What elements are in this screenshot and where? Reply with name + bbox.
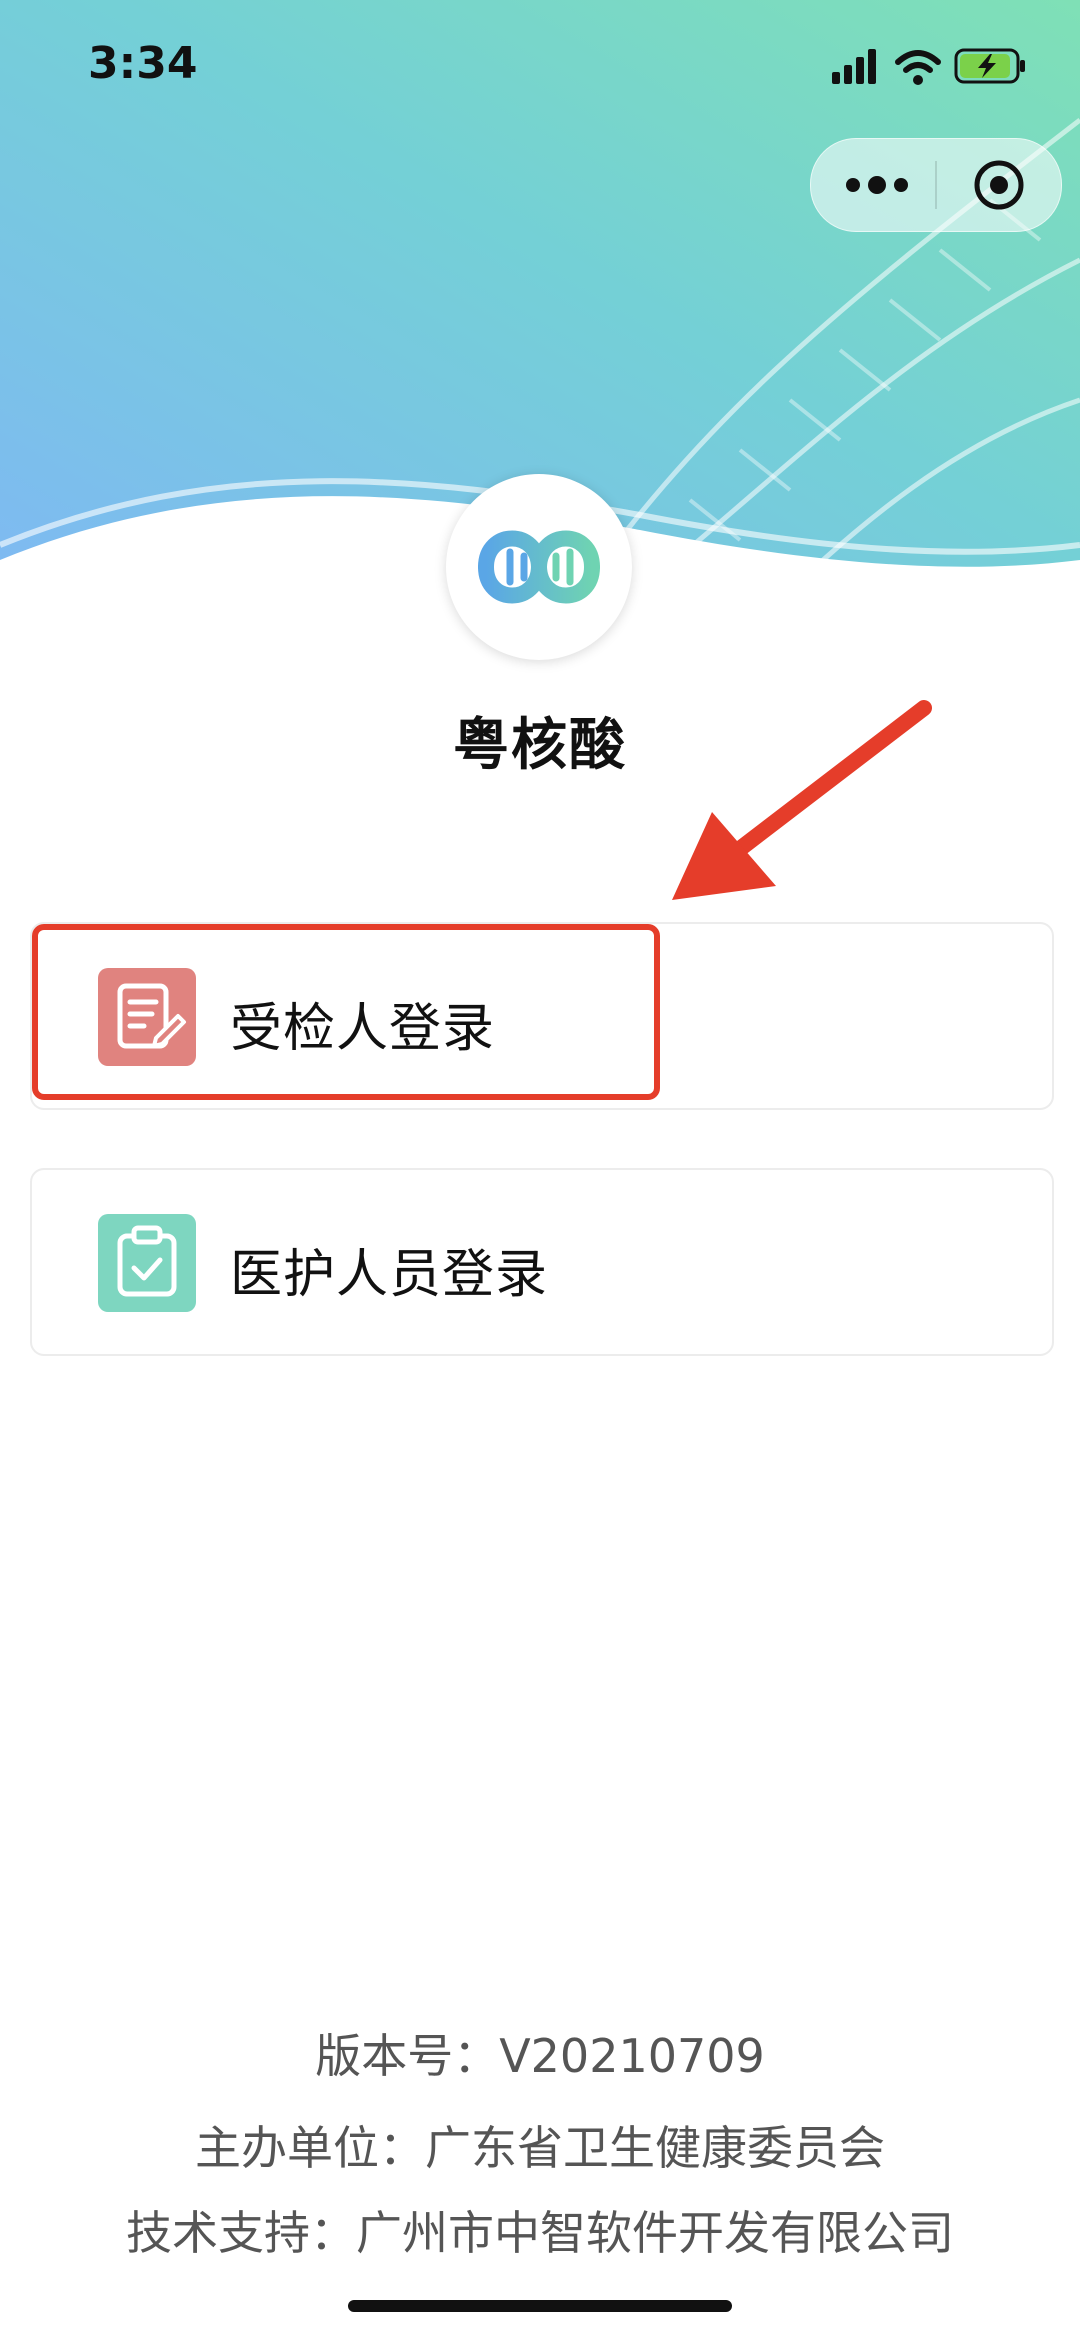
dna-helix-logo-icon xyxy=(478,530,600,604)
wifi-icon xyxy=(895,50,941,85)
cellular-signal-icon xyxy=(832,49,876,84)
organizer-text: 主办单位：广东省卫生健康委员会 xyxy=(195,2121,885,2175)
status-icons xyxy=(832,48,1025,85)
more-dots-icon xyxy=(846,176,908,194)
tech-support-text: 技术支持：广州市中智软件开发有限公司 xyxy=(126,2206,954,2260)
home-indicator[interactable] xyxy=(348,2300,732,2312)
battery-charging-icon xyxy=(954,48,1025,84)
close-mini-program-button[interactable] xyxy=(937,139,1061,231)
more-button[interactable] xyxy=(811,139,935,231)
status-time: 3:34 xyxy=(88,38,198,89)
annotation-arrow xyxy=(672,700,932,900)
annotation-highlight-box xyxy=(32,924,660,1100)
mini-program-capsule xyxy=(810,138,1062,232)
status-bar: 3:34 xyxy=(0,0,1080,140)
medical-staff-icon-box xyxy=(98,1214,196,1312)
medical-staff-login-button[interactable]: 医护人员登录 xyxy=(30,1168,1054,1356)
target-close-icon xyxy=(974,160,1024,210)
medical-staff-login-label: 医护人员登录 xyxy=(230,1245,549,1305)
app-logo xyxy=(446,474,632,660)
clipboard-check-icon xyxy=(117,1225,177,1297)
version-text: 版本号：V20210709 xyxy=(315,2029,765,2083)
